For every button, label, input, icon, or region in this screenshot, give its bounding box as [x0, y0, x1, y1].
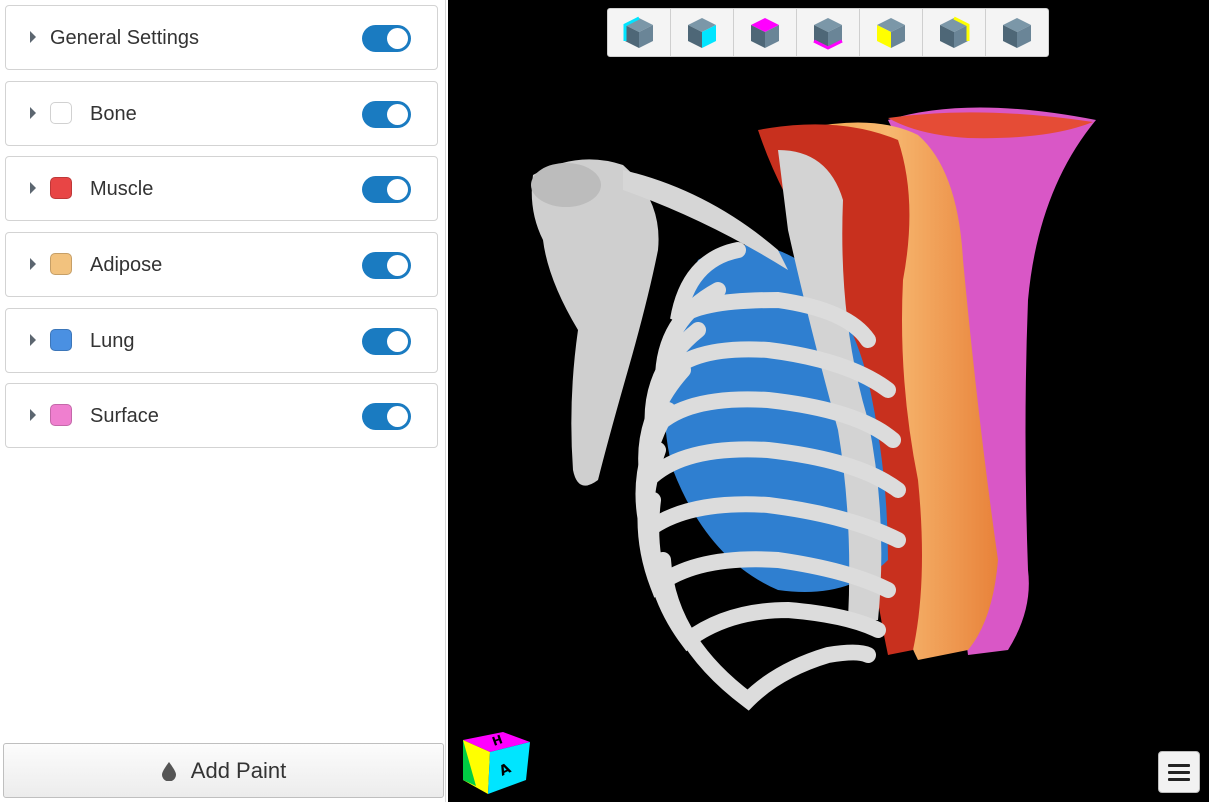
- color-swatch[interactable]: [50, 253, 72, 275]
- expand-caret-icon[interactable]: [30, 107, 36, 119]
- volume-render-viewport[interactable]: H A: [448, 0, 1209, 802]
- view-top-button[interactable]: [734, 9, 797, 56]
- cube-view-front-icon: [877, 17, 905, 48]
- expand-caret-icon[interactable]: [30, 334, 36, 346]
- view-reset-button[interactable]: [986, 9, 1048, 56]
- layer-lung[interactable]: Lung: [5, 308, 438, 373]
- view-front-button[interactable]: [860, 9, 923, 56]
- cube-view-right-icon: [688, 17, 716, 48]
- toggle-knob: [387, 255, 408, 276]
- view-right-button[interactable]: [671, 9, 734, 56]
- cube-view-left-icon: [623, 16, 653, 48]
- expand-caret-icon[interactable]: [30, 31, 36, 43]
- toggle-knob: [387, 28, 408, 49]
- view-back-button[interactable]: [923, 9, 986, 56]
- color-swatch[interactable]: [50, 177, 72, 199]
- view-bottom-button[interactable]: [797, 9, 860, 56]
- cube-view-back-icon: [940, 16, 970, 48]
- color-swatch[interactable]: [50, 102, 72, 124]
- cube-view-top-icon: [751, 17, 779, 48]
- view-orientation-toolbar: [607, 8, 1049, 57]
- layers-panel: General Settings Bone Muscle Adipose Lun…: [0, 0, 446, 802]
- layer-visibility-toggle[interactable]: [362, 25, 411, 52]
- layer-muscle[interactable]: Muscle: [5, 156, 438, 221]
- cube-view-bottom-icon: [813, 17, 843, 50]
- expand-caret-icon[interactable]: [30, 182, 36, 194]
- layer-label: Surface: [90, 405, 159, 427]
- color-swatch[interactable]: [50, 329, 72, 351]
- layer-label: Lung: [90, 330, 135, 352]
- layer-surface[interactable]: Surface: [5, 383, 438, 448]
- layer-label: General Settings: [50, 27, 199, 49]
- orientation-cube-icon[interactable]: H A: [458, 728, 534, 798]
- menu-button[interactable]: [1158, 751, 1200, 793]
- layer-bone[interactable]: Bone: [5, 81, 438, 146]
- layer-visibility-toggle[interactable]: [362, 252, 411, 279]
- droplet-icon: [161, 761, 176, 781]
- layer-visibility-toggle[interactable]: [362, 101, 411, 128]
- toggle-knob: [387, 406, 408, 427]
- expand-caret-icon[interactable]: [30, 258, 36, 270]
- layer-visibility-toggle[interactable]: [362, 403, 411, 430]
- hamburger-icon: [1168, 763, 1190, 767]
- toggle-knob: [387, 104, 408, 125]
- toggle-knob: [387, 179, 408, 200]
- layer-label: Bone: [90, 103, 137, 125]
- layer-label: Muscle: [90, 178, 154, 200]
- color-swatch[interactable]: [50, 404, 72, 426]
- volume-rendering: [531, 107, 1096, 711]
- layer-visibility-toggle[interactable]: [362, 328, 411, 355]
- toggle-knob: [387, 331, 408, 352]
- add-paint-label: Add Paint: [190, 757, 287, 783]
- view-left-button[interactable]: [608, 9, 671, 56]
- layer-general-settings[interactable]: General Settings: [5, 5, 438, 70]
- cube-view-reset-icon: [1003, 17, 1031, 48]
- layer-label: Adipose: [90, 254, 163, 276]
- bone-scapula: [531, 159, 659, 486]
- layer-adipose[interactable]: Adipose: [5, 232, 438, 297]
- add-paint-button[interactable]: Add Paint: [3, 743, 444, 798]
- expand-caret-icon[interactable]: [30, 409, 36, 421]
- layer-visibility-toggle[interactable]: [362, 176, 411, 203]
